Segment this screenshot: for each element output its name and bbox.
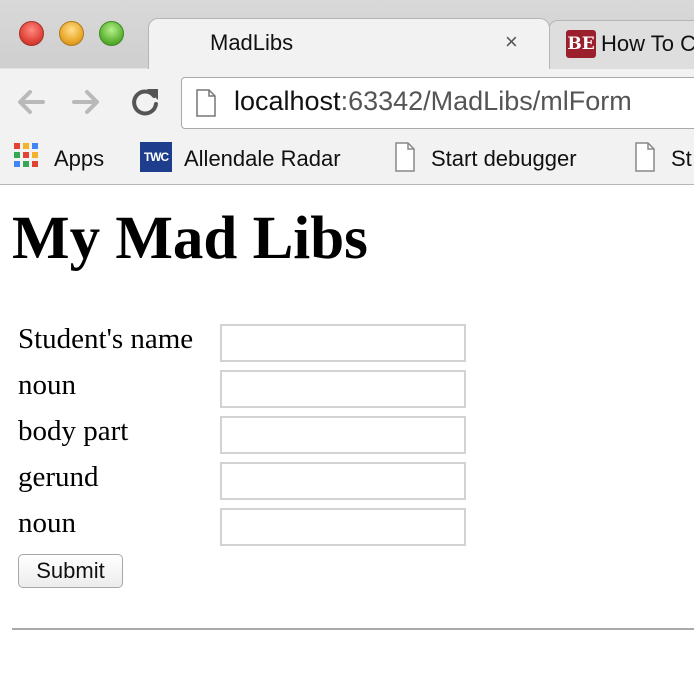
- gerund-input[interactable]: [220, 462, 466, 500]
- twc-icon: TWC: [140, 142, 172, 172]
- be-favicon-icon: BE: [566, 30, 596, 58]
- submit-button[interactable]: Submit: [18, 554, 123, 588]
- document-icon: [635, 142, 655, 172]
- horizontal-rule: [12, 628, 694, 630]
- bookmark-st[interactable]: St: [671, 146, 692, 172]
- bookmark-allendale-radar[interactable]: Allendale Radar: [184, 146, 341, 172]
- close-window-button[interactable]: [19, 21, 44, 46]
- body-part-label: body part: [18, 415, 129, 447]
- document-icon: [395, 142, 415, 172]
- page-icon: [196, 89, 216, 117]
- body-part-input[interactable]: [220, 416, 466, 454]
- apps-icon[interactable]: [14, 143, 40, 169]
- forward-button[interactable]: [68, 84, 104, 120]
- forward-arrow-icon: [72, 90, 99, 114]
- tab-close-icon[interactable]: ×: [505, 29, 518, 55]
- reload-button[interactable]: [127, 84, 163, 120]
- tab-madlibs[interactable]: [148, 18, 550, 71]
- noun-2-label: noun: [18, 507, 76, 539]
- minimize-window-button[interactable]: [59, 21, 84, 46]
- bookmark-apps[interactable]: Apps: [54, 146, 104, 172]
- noun-label: noun: [18, 369, 76, 401]
- student-name-input[interactable]: [220, 324, 466, 362]
- url-path: :63342/MadLibs/mlForm: [340, 86, 632, 116]
- noun-input[interactable]: [220, 370, 466, 408]
- gerund-label: gerund: [18, 461, 99, 493]
- tab-madlibs-title: MadLibs: [210, 30, 294, 55]
- bookmark-start-debugger[interactable]: Start debugger: [431, 146, 577, 172]
- back-arrow-icon: [18, 90, 45, 114]
- tab-how-to-title: How To C: [601, 31, 694, 56]
- student-name-label: Student's name: [18, 323, 194, 355]
- url-host: localhost: [234, 86, 341, 116]
- zoom-window-button[interactable]: [99, 21, 124, 46]
- url-text: localhost:63342/MadLibs/mlForm: [234, 86, 632, 117]
- noun-2-input[interactable]: [220, 508, 466, 546]
- reload-icon: [132, 89, 158, 116]
- back-button[interactable]: [13, 84, 49, 120]
- page-title: My Mad Libs: [12, 205, 368, 272]
